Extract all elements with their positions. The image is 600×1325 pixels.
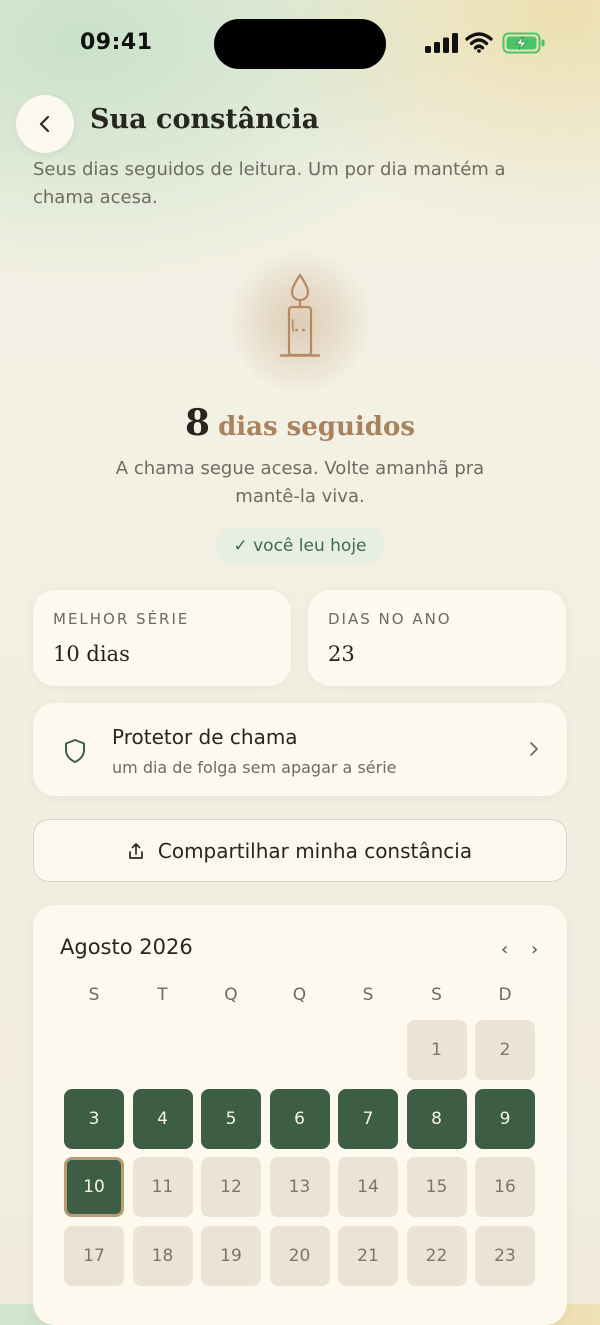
- chevron-right-icon: [530, 742, 538, 756]
- calendar-day-22[interactable]: 22: [406, 1225, 467, 1286]
- back-button[interactable]: [16, 95, 74, 153]
- calendar-day-1[interactable]: 1: [406, 1020, 467, 1080]
- calendar-month: Agosto 2026: [60, 935, 193, 959]
- streak-heading: 8 dias seguidos: [0, 402, 600, 444]
- next-month-button[interactable]: ›: [531, 939, 538, 960]
- streak-count: 8: [185, 402, 211, 444]
- best-streak-label: MELHOR SÉRIE: [53, 610, 190, 628]
- calendar-day-5[interactable]: 5: [201, 1088, 261, 1149]
- weekday-label: S: [362, 985, 374, 1005]
- protector-title: Protetor de chama: [112, 725, 298, 749]
- calendar-day-16[interactable]: 16: [475, 1157, 535, 1217]
- calendar-day-19[interactable]: 19: [201, 1225, 261, 1286]
- dynamic-island: [214, 19, 386, 69]
- weekday-label: Q: [224, 985, 238, 1005]
- calendar-day-14[interactable]: 14: [338, 1157, 398, 1217]
- calendar-day-21[interactable]: 21: [338, 1225, 398, 1286]
- calendar-day-18[interactable]: 18: [132, 1225, 193, 1286]
- calendar-day-3[interactable]: 3: [64, 1088, 124, 1149]
- wifi-icon: [465, 32, 493, 53]
- shield-icon: [65, 739, 85, 763]
- flame-protector-row[interactable]: Protetor de chama um dia de folga sem ap…: [33, 703, 567, 796]
- calendar-day-8[interactable]: 8: [406, 1088, 467, 1149]
- calendar-day-6[interactable]: 6: [269, 1088, 330, 1149]
- candle-icon: [279, 273, 321, 357]
- calendar-day-4[interactable]: 4: [132, 1088, 193, 1149]
- page-subtitle: Seus dias seguidos de leitura. Um por di…: [33, 159, 506, 208]
- weekday-label: T: [157, 985, 168, 1005]
- weekday-label: S: [431, 985, 442, 1005]
- best-streak-card: MELHOR SÉRIE 10 dias: [33, 590, 291, 686]
- calendar-day-13[interactable]: 13: [269, 1157, 330, 1217]
- calendar-day-10[interactable]: 10: [64, 1157, 124, 1217]
- calendar-day-20[interactable]: 20: [269, 1225, 330, 1286]
- status-bar: 09:41: [0, 0, 600, 90]
- calendar-day-12[interactable]: 12: [201, 1157, 261, 1217]
- calendar-day-17[interactable]: 17: [64, 1225, 124, 1286]
- share-upload-icon: [129, 842, 143, 859]
- page-title: Sua constância: [90, 104, 320, 135]
- share-streak-button[interactable]: Compartilhar minha constância: [33, 819, 567, 882]
- calendar-day-2[interactable]: 2: [475, 1020, 535, 1080]
- streak-label: dias seguidos: [218, 412, 415, 442]
- calendar-day-9[interactable]: 9: [475, 1088, 535, 1149]
- status-time: 09:41: [80, 30, 153, 55]
- prev-month-button[interactable]: ‹: [501, 939, 508, 960]
- calendar-day-23[interactable]: 23: [475, 1225, 535, 1286]
- signal-icon: [425, 33, 458, 53]
- calendar-day-15[interactable]: 15: [406, 1157, 467, 1217]
- days-in-year-card: DIAS NO ANO 23: [308, 590, 566, 686]
- weekday-label: S: [88, 985, 100, 1005]
- weekday-label: D: [498, 985, 512, 1005]
- calendar-day-11[interactable]: 11: [132, 1157, 193, 1217]
- days-in-year-value: 23: [328, 642, 355, 666]
- protector-subtitle: um dia de folga sem apagar a série: [112, 758, 397, 777]
- best-streak-value: 10 dias: [53, 642, 130, 666]
- read-today-badge: ✓ você leu hoje: [216, 528, 384, 564]
- share-label: Compartilhar minha constância: [157, 838, 473, 863]
- calendar-day-7[interactable]: 7: [338, 1088, 398, 1149]
- chevron-left-icon: [39, 115, 50, 133]
- days-in-year-label: DIAS NO ANO: [328, 610, 452, 628]
- weekday-label: Q: [292, 985, 307, 1005]
- battery-charging-icon: [502, 32, 545, 54]
- streak-message: A chama segue acesa. Volte amanhã pra ma…: [115, 458, 485, 507]
- calendar-card: Agosto 2026 ‹ › S T Q Q S S D 1 2 3 4 5 6 7 8 9 10 11 12 13…: [33, 905, 567, 1325]
